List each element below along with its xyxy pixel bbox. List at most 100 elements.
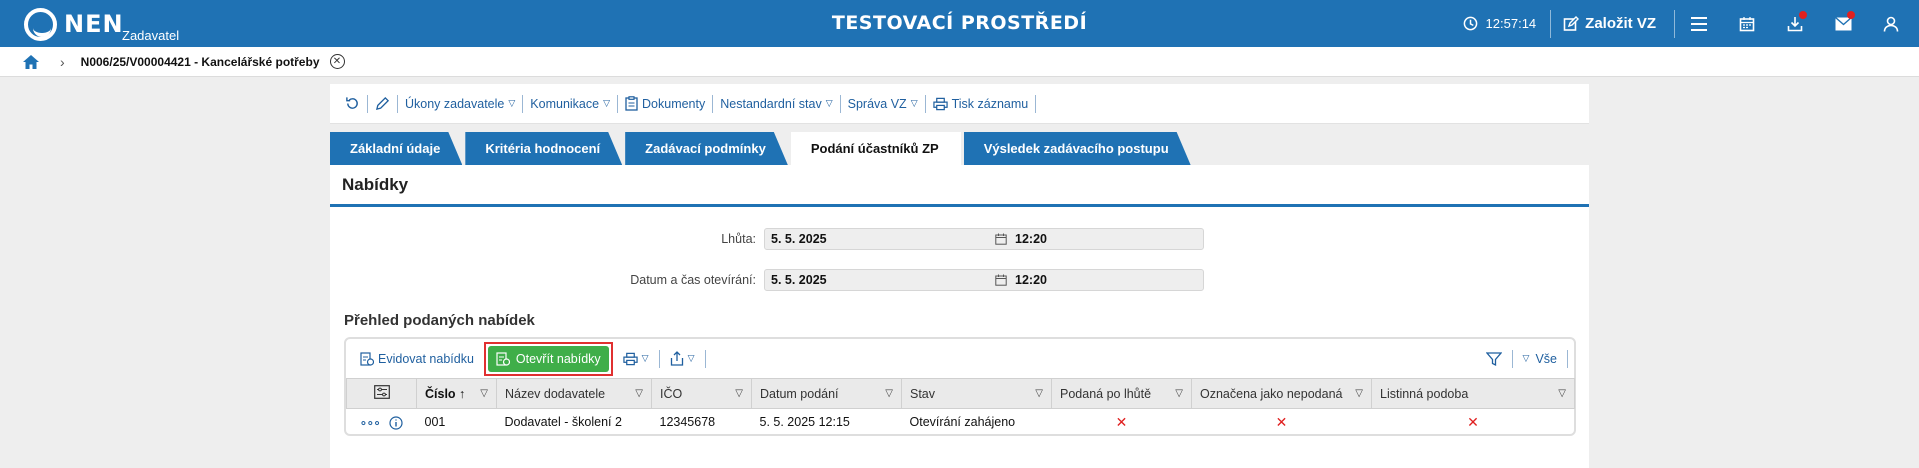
ukony-menu[interactable]: Úkony zadavatele ▽ [398, 94, 522, 114]
filter-icon [1485, 351, 1502, 366]
print-menu[interactable]: ▽ [617, 352, 655, 366]
tab-zadavaci-podminky[interactable]: Zadávací podmínky [625, 132, 788, 165]
column-nazev[interactable]: Název dodavatele ▽ [496, 378, 652, 409]
caret-down-icon[interactable]: ▽ [735, 388, 743, 399]
refresh-button[interactable] [338, 94, 367, 114]
home-link[interactable] [22, 54, 40, 70]
clipboard-icon [625, 96, 638, 111]
lhuta-row: Lhůta: 5. 5. 2025 12:20 [330, 228, 1204, 250]
column-nepodana[interactable]: Označena jako nepodaná ▽ [1191, 378, 1372, 409]
user-button[interactable] [1867, 0, 1915, 47]
nen-logo-icon [24, 7, 57, 41]
cell-ico: 12345678 [659, 415, 716, 430]
open-document-icon [496, 352, 510, 366]
otevirani-field: 5. 5. 2025 12:20 [764, 269, 1204, 291]
view-select[interactable]: ▽ Vše [1517, 352, 1563, 366]
caret-down-icon[interactable]: ▽ [1355, 388, 1363, 399]
tab-content: Nabídky Lhůta: 5. 5. 2025 12:20 Datum a … [330, 165, 1589, 468]
clock-icon [1463, 16, 1477, 31]
offers-grid: Evidovat nabídku Otevřít nabídky ▽ ▽ ▽ V… [344, 337, 1576, 436]
open-offers-label: Otevřít nabídky [515, 351, 601, 366]
lhuta-date: 5. 5. 2025 [771, 232, 827, 246]
caret-down-icon: ▽ [825, 98, 833, 108]
caret-down-icon: ▽ [641, 353, 649, 363]
column-stav[interactable]: Stav ▽ [901, 378, 1052, 409]
column-cislo[interactable]: Číslo ↑ ▽ [416, 378, 497, 409]
cell-nepodana: ✕ [1275, 413, 1288, 430]
printer-icon [623, 352, 638, 365]
refresh-icon [346, 97, 358, 109]
user-icon [1883, 16, 1899, 32]
notification-dot [1799, 11, 1807, 19]
grid-title: Přehled podaných nabídek [344, 312, 535, 329]
filter-button[interactable] [1480, 351, 1508, 367]
sprava-label: Správa VZ [847, 96, 907, 111]
sort-asc-icon: ↑ [459, 386, 466, 401]
view-select-label: Vše [1535, 351, 1557, 366]
table-header: Číslo ↑ ▽ Název dodavatele ▽ IČO ▽ Datum po… [346, 378, 1575, 409]
settings-icon [373, 385, 390, 399]
column-ico[interactable]: IČO ▽ [651, 378, 752, 409]
column-listinna[interactable]: Listinná podoba ▽ [1371, 378, 1575, 409]
evidovat-button[interactable]: Evidovat nabídku [354, 351, 480, 366]
detail-toolbar: Úkony zadavatele ▽ Komunikace ▽ Dokumenty … [330, 84, 1589, 124]
home-icon [23, 54, 39, 69]
evidovat-label: Evidovat nabídku [378, 351, 474, 366]
lhuta-field: 5. 5. 2025 12:20 [764, 228, 1204, 250]
column-settings[interactable] [346, 378, 417, 409]
messages-button[interactable] [1819, 0, 1867, 47]
menu-button[interactable] [1675, 0, 1723, 47]
section-title: Nabídky [330, 165, 1589, 207]
grid-toolbar: Evidovat nabídku Otevřít nabídky ▽ ▽ ▽ V… [346, 339, 1574, 378]
close-icon[interactable]: ✕ [329, 54, 345, 69]
downloads-button[interactable] [1771, 0, 1819, 47]
tab-zakladni-udaje[interactable]: Základní údaje [330, 132, 462, 165]
caret-down-icon[interactable]: ▽ [1035, 388, 1043, 399]
tisk-label: Tisk záznamu [951, 96, 1029, 111]
tisk-button[interactable]: Tisk záznamu [926, 94, 1036, 114]
tab-podani-ucastniku[interactable]: Podání účastníků ZP [790, 132, 961, 165]
offers-table: Číslo ↑ ▽ Název dodavatele ▽ IČO ▽ Datum po… [346, 378, 1575, 436]
breadcrumb-current[interactable]: N006/25/V00004421 - Kancelářské potřeby [81, 55, 320, 69]
calendar-icon [995, 274, 1007, 286]
edit-button[interactable] [368, 94, 397, 114]
export-icon [670, 351, 683, 366]
table-row[interactable]: ∘∘∘ 001 Dodavatel - školení 2 12345678 5… [347, 409, 1575, 436]
dokumenty-label: Dokumenty [642, 96, 706, 111]
printer-icon [932, 97, 948, 110]
nen-logo[interactable]: NEN [24, 7, 124, 41]
lhuta-label: Lhůta: [721, 232, 756, 246]
more-icon[interactable]: ∘∘∘ [360, 416, 382, 430]
caret-down-icon: ▽ [603, 98, 611, 108]
calendar-button[interactable] [1723, 0, 1771, 47]
chevron-right-icon: › [60, 53, 65, 70]
detail-tabs: Základní údaje Kritéria hodnocení Zadáva… [330, 132, 1194, 165]
cell-nazev: Dodavatel - školení 2 [504, 415, 622, 430]
caret-down-icon: ▽ [508, 98, 516, 108]
caret-down-icon[interactable]: ▽ [1558, 388, 1566, 399]
open-offers-button[interactable]: Otevřít nabídky [487, 345, 609, 372]
caret-down-icon[interactable]: ▽ [635, 388, 643, 399]
sprava-menu[interactable]: Správa VZ ▽ [841, 94, 925, 114]
nestandardni-menu[interactable]: Nestandardní stav ▽ [713, 94, 839, 114]
caret-down-icon: ▽ [1522, 353, 1530, 363]
otevirani-date: 5. 5. 2025 [771, 273, 827, 287]
column-datum[interactable]: Datum podání ▽ [751, 378, 902, 409]
caret-down-icon[interactable]: ▽ [1175, 388, 1183, 399]
info-icon[interactable] [389, 416, 404, 430]
tab-vysledek[interactable]: Výsledek zadávacího postupu [964, 132, 1191, 165]
breadcrumb: › N006/25/V00004421 - Kancelářské potřeb… [0, 47, 1919, 77]
cell-po-lhute: ✕ [1115, 413, 1128, 430]
export-menu[interactable]: ▽ [664, 351, 701, 366]
top-bar: NEN Zadavatel TESTOVACÍ PROSTŘEDÍ 12:57:… [0, 0, 1919, 47]
lhuta-time: 12:20 [1015, 232, 1047, 246]
calendar-icon [1739, 16, 1755, 31]
dokumenty-button[interactable]: Dokumenty [618, 94, 712, 114]
create-vz-button[interactable]: Založit VZ [1551, 0, 1674, 47]
cell-cislo: 001 [424, 415, 446, 430]
komunikace-menu[interactable]: Komunikace ▽ [523, 94, 617, 114]
column-po-lhute[interactable]: Podaná po lhůtě ▽ [1051, 378, 1192, 409]
caret-down-icon[interactable]: ▽ [480, 388, 488, 399]
tab-kriteria-hodnoceni[interactable]: Kritéria hodnocení [465, 132, 622, 165]
caret-down-icon[interactable]: ▽ [885, 388, 893, 399]
